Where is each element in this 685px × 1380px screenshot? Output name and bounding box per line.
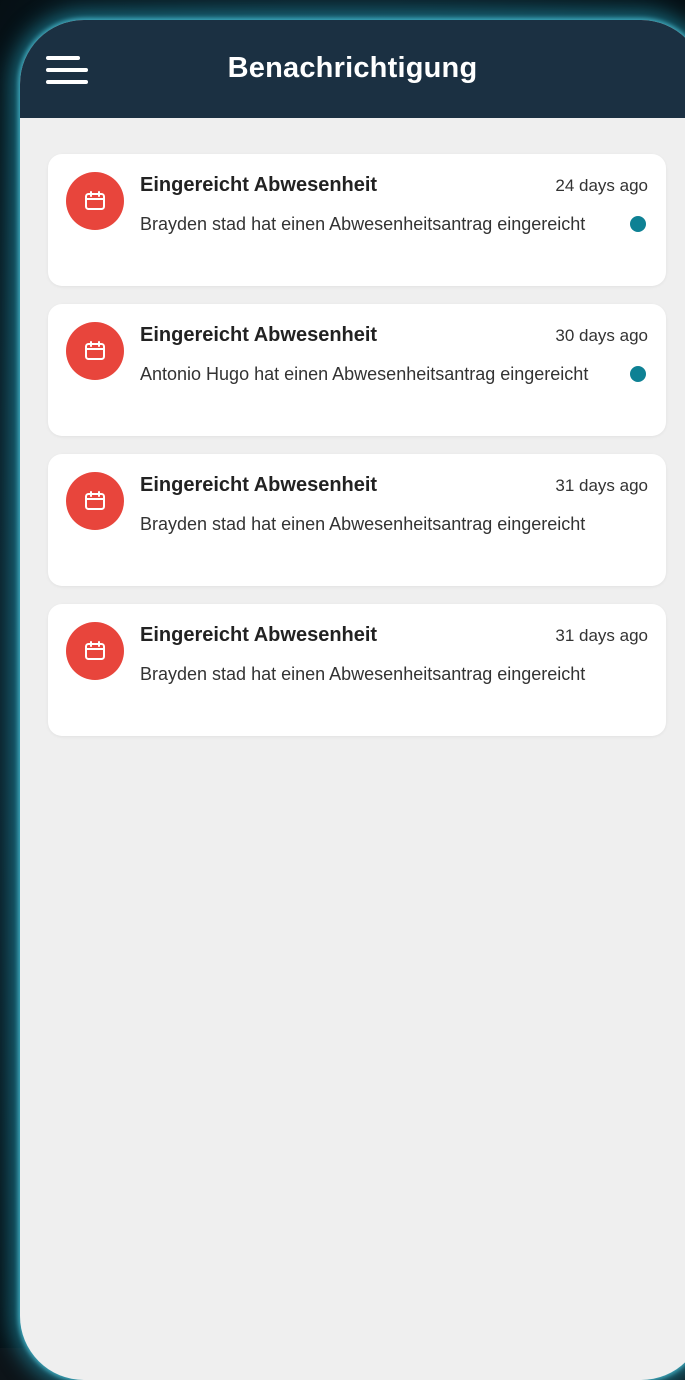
unread-indicator: [630, 216, 646, 232]
notification-card[interactable]: Eingereicht Abwesenheit 24 days ago Bray…: [48, 154, 666, 286]
notification-card[interactable]: Eingereicht Abwesenheit 31 days ago Bray…: [48, 604, 666, 736]
notification-message: Brayden stad hat einen Abwesenheitsantra…: [140, 214, 586, 234]
notification-time: 24 days ago: [555, 176, 648, 195]
app-header: Benachrichtigung: [20, 20, 685, 118]
calendar-icon: [66, 322, 124, 380]
notification-message: Brayden stad hat einen Abwesenheitsantra…: [140, 664, 586, 684]
notification-title: Eingereicht Abwesenheit: [140, 624, 378, 646]
notification-list: Eingereicht Abwesenheit 24 days ago Bray…: [48, 154, 666, 754]
calendar-icon: [66, 172, 124, 230]
page-title: Benachrichtigung: [227, 52, 478, 84]
notification-time: 31 days ago: [555, 626, 648, 645]
unread-indicator: [630, 366, 646, 382]
notification-message: Antonio Hugo hat einen Abwesenheitsantra…: [140, 364, 589, 384]
calendar-icon: [66, 472, 124, 530]
notification-time: 30 days ago: [555, 326, 648, 345]
notification-title: Eingereicht Abwesenheit: [140, 174, 378, 196]
calendar-icon: [66, 622, 124, 680]
notification-message: Brayden stad hat einen Abwesenheitsantra…: [140, 514, 586, 534]
notification-title: Eingereicht Abwesenheit: [140, 474, 378, 496]
phone-screen: Benachrichtigung Eingereicht Abwesenheit…: [20, 20, 685, 1380]
notification-card[interactable]: Eingereicht Abwesenheit 31 days ago Bray…: [48, 454, 666, 586]
notification-title: Eingereicht Abwesenheit: [140, 324, 378, 346]
notification-card[interactable]: Eingereicht Abwesenheit 30 days ago Anto…: [48, 304, 666, 436]
notification-time: 31 days ago: [555, 476, 648, 495]
